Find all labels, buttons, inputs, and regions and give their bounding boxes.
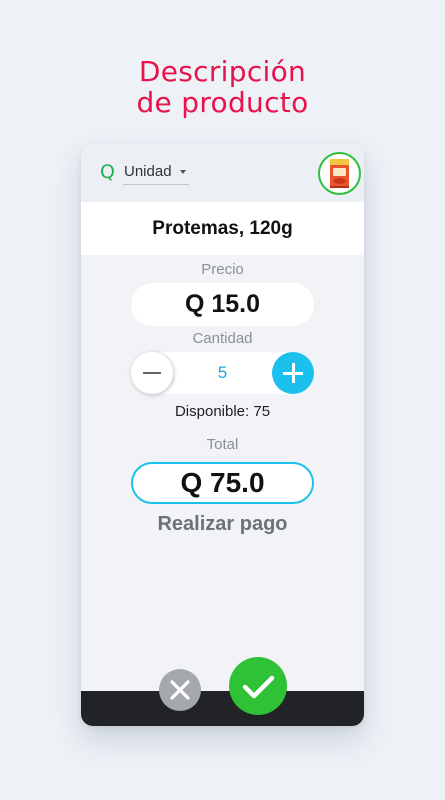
product-thumbnail[interactable] <box>318 152 361 195</box>
unit-dropdown[interactable]: Unidad <box>123 163 189 185</box>
confirm-button[interactable] <box>229 657 287 715</box>
total-value: Q 75.0 <box>131 462 314 504</box>
quantity-label: Cantidad <box>192 330 253 347</box>
product-name: Protemas, 120g <box>81 202 364 255</box>
top-bar: Q Unidad <box>81 144 364 202</box>
close-icon <box>170 680 190 700</box>
promo-headline: Descripción de producto <box>0 56 445 118</box>
unit-dropdown-value: Unidad <box>124 163 172 180</box>
cancel-button[interactable] <box>159 669 201 711</box>
decrement-button[interactable] <box>131 352 173 394</box>
headline-line-1: Descripción <box>138 55 307 88</box>
product-description-screen: Q Unidad Protemas, 120g Precio Q 15.0 Ca… <box>81 144 364 726</box>
dropdown-arrow-icon <box>180 170 186 174</box>
bottom-bar <box>81 691 364 726</box>
product-snack-bag-icon <box>330 159 349 188</box>
minus-icon <box>143 372 161 374</box>
increment-button[interactable] <box>272 352 314 394</box>
price-label: Precio <box>201 261 244 278</box>
currency-symbol: Q <box>100 161 115 183</box>
price-value: Q 15.0 <box>131 283 314 326</box>
check-icon <box>242 675 275 699</box>
make-payment-button[interactable]: Realizar pago <box>81 513 364 536</box>
headline-line-2: de producto <box>136 86 309 119</box>
availability-text: Disponible: 75 <box>174 403 271 420</box>
quantity-stepper: 5 <box>131 352 314 394</box>
total-label: Total <box>206 436 239 453</box>
